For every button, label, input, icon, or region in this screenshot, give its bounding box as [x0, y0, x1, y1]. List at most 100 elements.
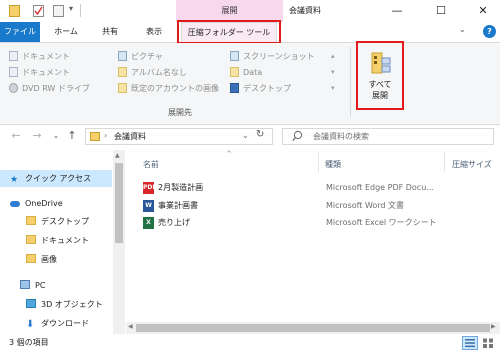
ribbon-collapse-icon[interactable]: ⌄	[459, 25, 466, 34]
folder-icon	[118, 67, 127, 77]
tab-highlight-box	[177, 20, 281, 44]
extract-target-account-pictures[interactable]: 既定のアカウントの画像	[118, 82, 219, 96]
extract-target-data[interactable]: Data	[230, 66, 262, 80]
folder-icon	[230, 67, 239, 77]
file-row[interactable]: W 事業計画書 Microsoft Word 文書	[140, 198, 500, 214]
file-type: Microsoft Word 文書	[326, 201, 405, 210]
folder-icon	[26, 235, 36, 244]
window-title: 会議資料	[289, 6, 321, 15]
folder-icon	[26, 216, 36, 225]
properties-icon[interactable]	[33, 5, 44, 17]
file-type: Microsoft Excel ワークシート	[326, 218, 437, 227]
refresh-icon[interactable]: ↻	[256, 129, 264, 140]
desktop-icon	[230, 83, 239, 93]
address-dropdown-icon[interactable]: ⌄	[242, 131, 249, 140]
column-divider[interactable]	[318, 152, 319, 172]
file-row[interactable]: X 売り上げ Microsoft Excel ワークシート	[140, 215, 500, 231]
ribbon-separator	[350, 47, 351, 117]
word-icon: W	[143, 200, 154, 212]
scroll-right-icon[interactable]: ▶	[491, 323, 496, 330]
dvd-drive-icon	[9, 83, 18, 93]
navpane-scrollbar-thumb[interactable]	[115, 163, 123, 243]
nav-item-label: クイック アクセス	[25, 174, 92, 183]
ribbon-item-label: 既定のアカウントの画像	[131, 84, 219, 93]
breadcrumb-current[interactable]: 会議資料	[114, 131, 146, 142]
document-icon	[9, 67, 18, 77]
help-icon[interactable]: ?	[483, 25, 496, 38]
extract-target-documents-1[interactable]: ドキュメント	[9, 50, 70, 64]
quick-access-dropdown-icon[interactable]: ▾	[69, 4, 73, 13]
ribbon-item-label: ピクチャ	[131, 52, 163, 61]
column-header-type[interactable]: 種類	[325, 159, 341, 170]
nav-item-label: 3D オブジェクト	[41, 300, 103, 309]
file-row[interactable]: PDF 2月製造計画 Microsoft Edge PDF Docu...	[140, 180, 500, 196]
ribbon-item-label: ドキュメント	[22, 68, 70, 77]
extract-target-desktop[interactable]: デスクトップ	[230, 82, 291, 96]
large-icons-view-button[interactable]	[480, 336, 496, 350]
cloud-icon	[10, 201, 20, 207]
close-button[interactable]: ✕	[466, 0, 500, 22]
maximize-button[interactable]: ☐	[424, 0, 458, 22]
folder-app-icon	[9, 5, 20, 17]
column-divider[interactable]	[444, 152, 445, 172]
extract-target-documents-2[interactable]: ドキュメント	[9, 66, 70, 80]
download-icon: ⬇	[26, 319, 35, 330]
extract-target-screenshots[interactable]: スクリーンショット	[230, 50, 315, 64]
tab-share[interactable]: 共有	[90, 22, 130, 42]
file-name: 2月製造計画	[158, 183, 204, 192]
address-bar[interactable]: › 会議資料 ⌄ ↻	[85, 128, 273, 145]
column-header-name[interactable]: 名前	[143, 159, 159, 170]
back-button[interactable]: ←	[8, 128, 24, 144]
nav-item-3d-objects[interactable]: 3D オブジェクト	[0, 296, 112, 313]
tab-view[interactable]: 表示	[134, 22, 174, 42]
scroll-left-icon[interactable]: ◀	[128, 323, 133, 330]
nav-item-onedrive[interactable]: OneDrive	[0, 195, 112, 212]
ribbon-item-label: アルバム名なし	[131, 68, 187, 77]
gallery-scroll-down-icon[interactable]: ▾	[331, 68, 335, 76]
nav-item-downloads[interactable]: ⬇ ダウンロード	[0, 315, 112, 332]
tab-home[interactable]: ホーム	[46, 22, 86, 42]
extract-target-untitled-album[interactable]: アルバム名なし	[118, 66, 187, 80]
scroll-up-icon[interactable]: ▲	[115, 152, 120, 159]
search-box[interactable]: 会議資料の検索	[282, 128, 494, 145]
nav-item-desktop[interactable]: デスクトップ	[0, 213, 112, 230]
recent-locations-icon[interactable]: ⌄	[48, 128, 64, 144]
document-icon	[9, 51, 18, 61]
star-icon: ★	[10, 175, 19, 185]
new-folder-icon[interactable]	[53, 5, 64, 17]
extract-target-pictures[interactable]: ピクチャ	[118, 50, 163, 64]
ribbon-item-label: Data	[243, 68, 263, 77]
search-icon	[292, 130, 303, 144]
nav-item-label: ダウンロード	[41, 319, 89, 328]
nav-item-label: PC	[35, 281, 46, 290]
forward-button[interactable]: →	[29, 128, 45, 144]
folder-icon	[26, 254, 36, 263]
column-header-compressed-size[interactable]: 圧縮サイズ	[452, 159, 492, 170]
cube-icon	[26, 299, 36, 308]
minimize-button[interactable]: —	[380, 0, 414, 22]
details-view-button[interactable]	[462, 336, 478, 350]
pictures-icon	[118, 51, 127, 61]
extract-target-dvd-drive[interactable]: DVD RW ドライブ	[9, 82, 90, 96]
large-icons-view-icon	[483, 338, 493, 348]
nav-item-documents[interactable]: ドキュメント	[0, 232, 112, 249]
nav-item-label: ドキュメント	[41, 236, 89, 245]
titlebar-divider	[80, 4, 81, 17]
up-button[interactable]: ↑	[64, 128, 80, 144]
ribbon-group-label: 展開先	[168, 108, 192, 117]
gallery-expand-icon[interactable]: ▾	[331, 84, 335, 92]
ribbon-item-label: スクリーンショット	[243, 52, 315, 61]
folder-icon	[90, 132, 100, 141]
tab-file[interactable]: ファイル	[0, 22, 40, 42]
filelist-scrollbar-thumb[interactable]	[136, 324, 490, 332]
search-placeholder: 会議資料の検索	[313, 132, 369, 141]
gallery-scroll-up-icon[interactable]: ▴	[331, 52, 335, 60]
computer-icon	[20, 280, 30, 289]
nav-item-label: OneDrive	[25, 199, 63, 208]
ribbon-item-label: デスクトップ	[243, 84, 291, 93]
item-count: 3 個の項目	[9, 338, 49, 347]
excel-icon: X	[143, 217, 154, 229]
nav-item-pc[interactable]: PC	[0, 277, 112, 294]
nav-item-quick-access[interactable]: ★ クイック アクセス	[0, 170, 112, 187]
nav-item-pictures[interactable]: 画像	[0, 251, 112, 268]
